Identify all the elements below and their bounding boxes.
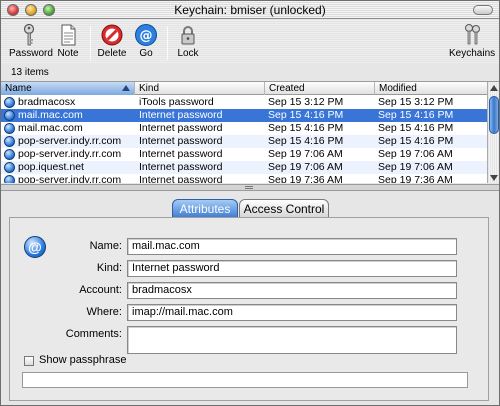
row-created: Sep 15 4:16 PM	[268, 135, 344, 147]
lock-button-label: Lock	[177, 48, 199, 59]
key-icon	[23, 23, 35, 46]
svg-text:@: @	[140, 29, 153, 44]
attributes-panel: @ Name: mail.mac.com Kind: Internet pass…	[9, 217, 489, 401]
scroll-thumb[interactable]	[489, 96, 499, 134]
row-name: pop-server.indy.rr.com	[18, 135, 122, 147]
window-title: Keychain: bmiser (unlocked)	[174, 3, 326, 17]
sort-ascending-icon	[122, 85, 130, 91]
account-field[interactable]: bradmacosx	[127, 282, 457, 299]
row-modified: Sep 19 7:36 AM	[378, 174, 453, 183]
internet-password-icon	[4, 123, 15, 134]
where-label: Where:	[86, 306, 122, 318]
row-name: pop.iquest.net	[18, 161, 84, 173]
scroll-up-arrow-icon[interactable]	[490, 85, 498, 91]
toolbar-separator	[167, 26, 168, 60]
item-count: 13 items	[11, 67, 49, 78]
list-scrollbar[interactable]	[487, 82, 499, 183]
row-name: pop-server.indy.rr.com	[18, 148, 122, 160]
table-row[interactable]: mail.mac.com Internet password Sep 15 4:…	[1, 122, 487, 135]
row-name: pop-server.indy.rr.com	[18, 174, 122, 183]
table-row[interactable]: pop.iquest.net Internet password Sep 19 …	[1, 161, 487, 174]
table-row-selected[interactable]: mail.mac.com Internet password Sep 15 4:…	[1, 109, 487, 122]
kind-field[interactable]: Internet password	[127, 260, 457, 277]
column-header-modified[interactable]: Modified	[375, 82, 487, 95]
row-modified: Sep 15 4:16 PM	[378, 109, 454, 121]
row-modified: Sep 15 4:16 PM	[378, 135, 454, 147]
internet-password-icon	[4, 110, 15, 121]
toolbar-separator	[90, 26, 91, 60]
table-row[interactable]: bradmacosx iTools password Sep 15 3:12 P…	[1, 96, 487, 109]
column-header-created[interactable]: Created	[265, 82, 375, 95]
comments-field[interactable]	[127, 326, 457, 354]
row-modified: Sep 15 4:16 PM	[378, 122, 454, 134]
list-header: Name Kind Created Modified	[1, 82, 487, 95]
column-header-name[interactable]: Name	[1, 82, 135, 95]
show-passphrase-checkbox[interactable]	[24, 356, 34, 366]
row-name: mail.mac.com	[18, 122, 83, 134]
row-kind: Internet password	[139, 135, 223, 147]
splitter-grip-icon	[245, 186, 253, 189]
passphrase-field[interactable]	[22, 372, 468, 388]
title-bar: Keychain: bmiser (unlocked)	[1, 1, 499, 19]
row-name: mail.mac.com	[18, 109, 83, 121]
tab-access-control[interactable]: Access Control	[239, 199, 329, 219]
account-label: Account:	[79, 284, 122, 296]
internet-password-icon	[4, 175, 15, 183]
keychain-item-list: Name Kind Created Modified bradmacosx iT…	[1, 81, 499, 183]
row-created: Sep 19 7:06 AM	[268, 148, 343, 160]
column-header-kind[interactable]: Kind	[135, 82, 265, 95]
where-field[interactable]: imap://mail.mac.com	[127, 304, 457, 321]
table-row[interactable]: pop-server.indy.rr.com Internet password…	[1, 174, 487, 183]
keychains-button-label: Keychains	[449, 48, 496, 59]
row-kind: Internet password	[139, 161, 223, 173]
table-row[interactable]: pop-server.indy.rr.com Internet password…	[1, 135, 487, 148]
row-kind: Internet password	[139, 174, 223, 183]
note-icon	[61, 24, 76, 46]
row-created: Sep 15 4:16 PM	[268, 109, 344, 121]
internet-password-icon	[4, 149, 15, 160]
row-modified: Sep 19 7:06 AM	[378, 161, 453, 173]
at-sign-icon: @	[135, 24, 157, 46]
scroll-down-arrow-icon[interactable]	[490, 175, 498, 181]
lock-icon	[181, 26, 195, 45]
password-button[interactable]: Password	[9, 23, 53, 59]
internet-password-icon	[4, 97, 15, 108]
row-kind: Internet password	[139, 122, 223, 134]
note-button-label: Note	[57, 48, 79, 59]
delete-button-label: Delete	[97, 48, 127, 59]
row-kind: Internet password	[139, 109, 223, 121]
row-created: Sep 19 7:36 AM	[268, 174, 343, 183]
table-row[interactable]: pop-server.indy.rr.com Internet password…	[1, 148, 487, 161]
tab-attributes[interactable]: Attributes	[172, 199, 238, 219]
note-button[interactable]: Note	[53, 23, 83, 59]
go-button[interactable]: @ Go	[133, 23, 159, 59]
name-label: Name:	[89, 240, 122, 252]
column-header-name-label: Name	[5, 83, 32, 94]
row-kind: iTools password	[139, 96, 214, 108]
go-button-label: Go	[139, 48, 153, 59]
name-field[interactable]: mail.mac.com	[127, 238, 457, 255]
row-created: Sep 15 4:16 PM	[268, 122, 344, 134]
row-created: Sep 15 3:12 PM	[268, 96, 344, 108]
row-kind: Internet password	[139, 148, 223, 160]
toolbar: Password Note Delete @ Go Lock Keychains	[1, 20, 499, 63]
internet-password-icon	[4, 162, 15, 173]
toolbar-toggle-button[interactable]	[473, 5, 493, 15]
keychains-button[interactable]: Keychains	[449, 23, 495, 59]
delete-button[interactable]: Delete	[96, 23, 128, 59]
password-button-label: Password	[9, 48, 53, 59]
comments-label: Comments:	[65, 328, 122, 340]
row-created: Sep 19 7:06 AM	[268, 161, 343, 173]
kind-label: Kind:	[96, 262, 122, 274]
row-modified: Sep 15 3:12 PM	[378, 96, 454, 108]
internet-password-icon	[4, 136, 15, 147]
row-name: bradmacosx	[18, 96, 76, 108]
lock-button[interactable]: Lock	[175, 23, 201, 59]
show-passphrase-label: Show passphrase	[39, 354, 127, 366]
row-modified: Sep 19 7:06 AM	[378, 148, 453, 160]
keychain-window: Keychain: bmiser (unlocked) Password Not…	[0, 0, 500, 406]
delete-icon	[101, 24, 123, 46]
keychains-icon	[465, 24, 480, 45]
pane-splitter[interactable]	[1, 184, 499, 191]
